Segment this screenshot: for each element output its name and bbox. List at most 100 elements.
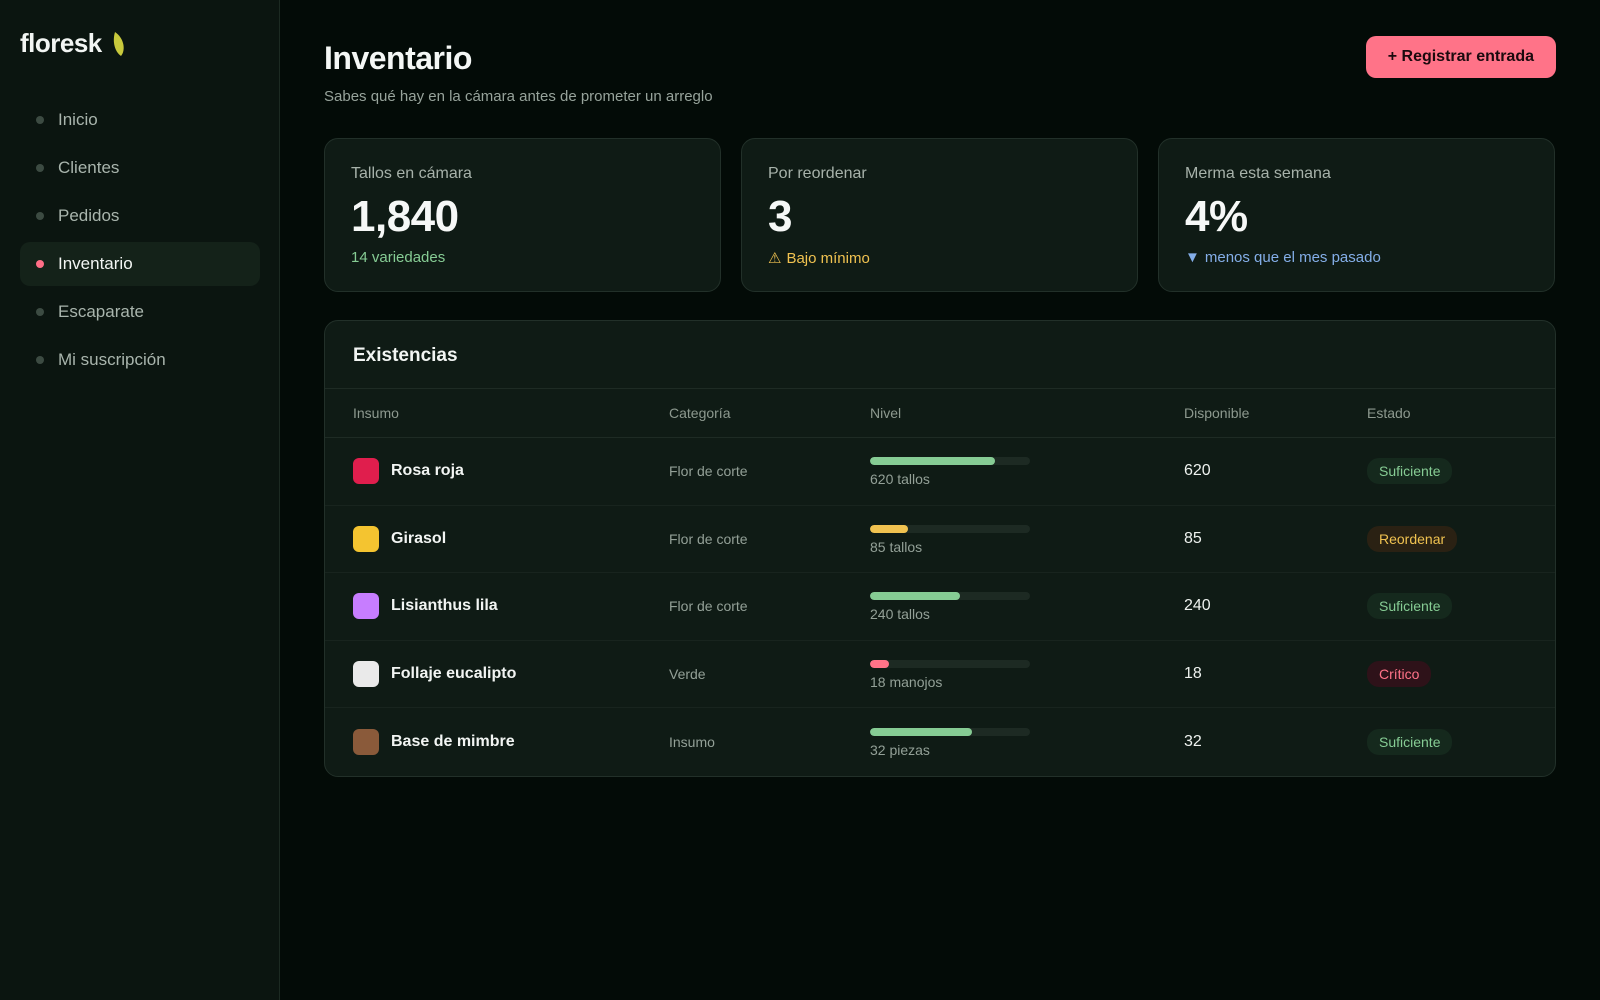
item-category: Insumo [669,733,715,750]
status-badge[interactable]: Crítico [1367,660,1432,687]
level-text: 240 tallos [870,606,930,623]
stat-value: 1,840 [351,192,459,241]
status-cell: Crítico [1367,660,1527,687]
item-available: 85 [1184,529,1202,547]
color-swatch [353,525,379,552]
sidebar-item-label: Escaparate [58,302,144,321]
sidebar-item-pedidos[interactable]: Pedidos [20,194,260,238]
level-text: 18 manojos [870,673,943,690]
item-cell: Follaje eucalipto [353,660,669,687]
color-swatch [353,660,379,687]
status-badge[interactable]: Suficiente [1367,593,1453,620]
item-available: 32 [1184,732,1202,750]
item-category: Verde [669,665,706,682]
level-text: 85 tallos [870,538,923,555]
table-body: Rosa roja Flor de corte 620 tallos 620 S… [325,438,1555,776]
status-cell: Reordenar [1367,525,1527,552]
sidebar-item-label: Pedidos [58,206,120,225]
sidebar-item-label: Inicio [58,110,98,129]
table-row[interactable]: Lisianthus lila Flor de corte 240 tallos… [325,573,1555,641]
sidebar-item-mi-suscripcion[interactable]: Mi suscripción [20,338,260,382]
register-entry-button[interactable]: + Registrar entrada [1365,36,1556,78]
level-cell: 32 piezas [870,726,1184,758]
nav-dot-icon [36,308,44,316]
item-name: Lisianthus lila [391,597,498,615]
stat-card-reorder: Por reordenar 3 ⚠ Bajo mínimo [741,138,1138,292]
level-bar-fill [870,592,960,601]
level-bar [870,592,1030,601]
level-text: 32 piezas [870,741,930,758]
stat-note-text: 14 variedades [351,249,446,266]
warning-icon: ⚠ [768,250,782,267]
brand-name: floresk [20,28,102,58]
item-name: Base de mimbre [391,732,515,750]
column-header-disponible: Disponible [1184,405,1250,421]
level-cell: 85 tallos [870,523,1184,555]
sidebar-item-label: Clientes [58,158,120,177]
page-subtitle: Sabes qué hay en la cámara antes de prom… [324,88,713,105]
stat-value: 3 [768,192,792,241]
stat-label: Tallos en cámara [351,165,472,182]
column-header-categoria: Categoría [669,405,731,421]
status-badge[interactable]: Suficiente [1367,458,1453,485]
stock-table: Existencias Insumo Categoría Nivel Dispo… [324,320,1556,777]
status-cell: Suficiente [1367,458,1527,485]
stat-note: 14 variedades [351,249,694,266]
item-cell: Base de mimbre [353,728,669,755]
stats-cards: Tallos en cámara 1,840 14 variedades Por… [324,138,1556,292]
level-text: 620 tallos [870,471,930,488]
table-row[interactable]: Base de mimbre Insumo 32 piezas 32 Sufic… [325,708,1555,776]
stat-value: 4% [1185,192,1248,241]
item-category: Flor de corte [669,530,748,547]
stat-card-waste: Merma esta semana 4% ▼ menos que el mes … [1158,138,1555,292]
nav-dot-icon [36,164,44,172]
item-category: Flor de corte [669,598,748,615]
level-bar-fill [870,727,973,736]
level-bar [870,659,1030,668]
trend-down-icon: ▼ [1185,249,1200,266]
sidebar-item-escaparate[interactable]: Escaparate [20,290,260,334]
column-header-nivel: Nivel [870,405,902,421]
leaf-icon [113,31,124,56]
level-bar [870,457,1030,466]
color-swatch [353,593,379,620]
table-row[interactable]: Rosa roja Flor de corte 620 tallos 620 S… [325,438,1555,506]
brand-logo[interactable]: floresk [20,28,126,59]
status-cell: Suficiente [1367,728,1527,755]
sidebar-item-inicio[interactable]: Inicio [20,98,260,142]
level-bar-fill [870,524,909,533]
item-available: 18 [1184,664,1202,682]
sidebar-nav: Inicio Clientes Pedidos Inventario Escap… [20,98,260,386]
color-swatch [353,728,379,755]
item-category: Flor de corte [669,463,748,480]
level-cell: 18 manojos [870,658,1184,690]
stat-label: Merma esta semana [1185,165,1331,182]
sidebar-item-inventario[interactable]: Inventario [20,242,260,286]
column-header-insumo: Insumo [353,405,399,421]
sidebar-item-label: Inventario [58,254,133,273]
item-available: 240 [1184,597,1211,615]
item-name: Rosa roja [391,462,464,480]
nav-dot-icon [36,356,44,364]
sidebar-item-clientes[interactable]: Clientes [20,146,260,190]
table-row[interactable]: Girasol Flor de corte 85 tallos 85 Reord… [325,506,1555,573]
table-title: Existencias [325,321,1555,389]
item-cell: Girasol [353,525,669,552]
stat-note: ▼ menos que el mes pasado [1185,249,1528,266]
column-header-estado: Estado [1367,405,1411,421]
level-bar-fill [870,659,890,668]
item-cell: Rosa roja [353,458,669,485]
sidebar: floresk Inicio Clientes Pedidos Inventar… [0,0,280,1000]
item-cell: Lisianthus lila [353,593,669,620]
status-badge[interactable]: Suficiente [1367,728,1453,755]
level-bar [870,727,1030,736]
page-title: Inventario [324,40,472,76]
stat-note-text: menos que el mes pasado [1204,249,1381,266]
stat-label: Por reordenar [768,165,867,182]
level-cell: 240 tallos [870,590,1184,622]
table-row[interactable]: Follaje eucalipto Verde 18 manojos 18 Cr… [325,641,1555,708]
item-available: 620 [1184,462,1211,480]
status-badge[interactable]: Reordenar [1367,525,1458,552]
nav-dot-icon [36,116,44,124]
color-swatch [353,458,379,485]
